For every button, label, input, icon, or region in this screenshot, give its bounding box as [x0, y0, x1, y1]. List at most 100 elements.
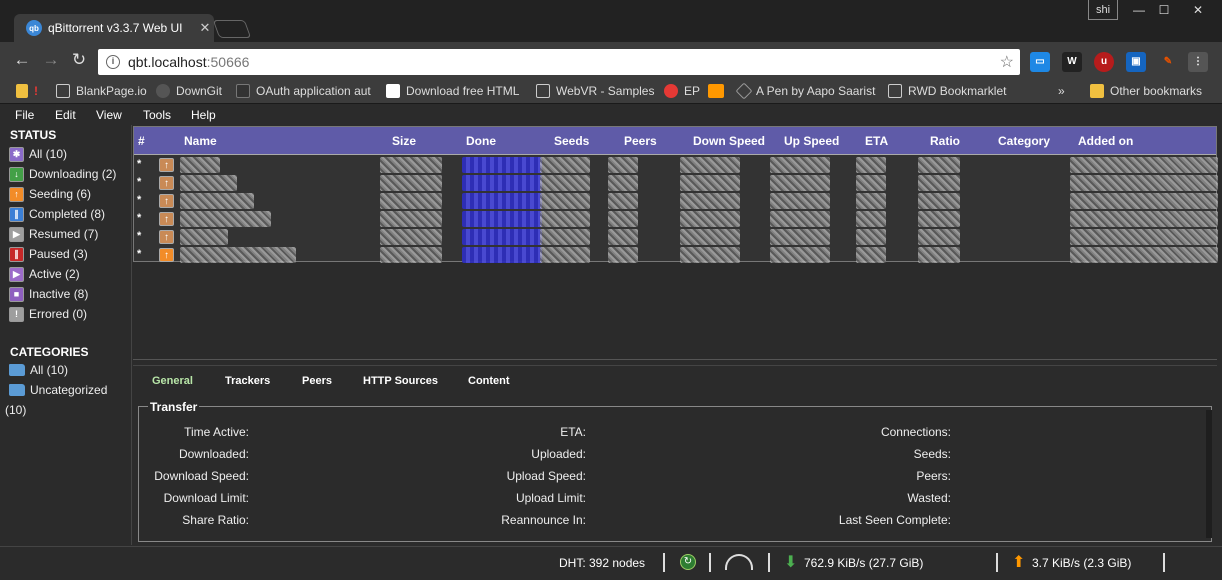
obscured-cell [180, 247, 296, 263]
bookmark-ph[interactable] [708, 82, 730, 100]
col-done[interactable]: Done [466, 134, 496, 148]
col-peers[interactable]: Peers [624, 134, 657, 148]
address-bar[interactable]: i qbt.localhost:50666 ☆ [98, 49, 1020, 75]
new-tab-button[interactable] [212, 20, 252, 38]
close-window-icon[interactable]: ✕ [1178, 0, 1218, 20]
tab-trackers[interactable]: Trackers [225, 375, 270, 387]
row-priority: * [137, 230, 142, 242]
table-row[interactable]: * ↑ [134, 192, 1218, 210]
connection-status-icon[interactable]: ↻ [680, 554, 696, 570]
col-down-speed[interactable]: Down Speed [693, 134, 765, 148]
category-uncategorized[interactable]: Uncategorized [9, 381, 107, 399]
menu-tools[interactable]: Tools [143, 108, 171, 122]
cast-extension-icon[interactable]: ▭ [1030, 52, 1050, 72]
bookmark-pen[interactable]: A Pen by Aapo Saarist [735, 82, 875, 100]
maximize-icon[interactable]: ☐ [1152, 0, 1176, 20]
menu-file[interactable]: File [15, 108, 34, 122]
bookmark-webvr[interactable]: WebVR - Samples [536, 82, 654, 100]
obscured-cell [918, 211, 960, 227]
page-icon [536, 84, 550, 98]
table-row[interactable]: * ↑ [134, 246, 1218, 264]
menu-bar [0, 105, 1222, 125]
obscured-cell [1070, 157, 1218, 173]
tab-general[interactable]: General [152, 375, 193, 387]
info-icon[interactable]: i [106, 55, 120, 69]
close-tab-icon[interactable]: ✕ [196, 20, 214, 36]
label-upload-speed: Upload Speed: [506, 469, 586, 483]
bookmark-folder-icon[interactable]: ! [16, 82, 38, 100]
reload-icon[interactable]: ↻ [69, 50, 89, 70]
seeding-state-icon: ↑ [159, 230, 174, 244]
seeding-state-icon: ↑ [159, 158, 174, 172]
browser-tab[interactable]: qb qBittorrent v3.3.7 Web UI ✕ [14, 14, 214, 42]
seeding-state-icon: ↑ [159, 194, 174, 208]
table-header: # Name Size Done Seeds Peers Down Speed … [134, 127, 1216, 155]
bookmark-blankpage[interactable]: BlankPage.io [56, 82, 147, 100]
tab-peers[interactable]: Peers [302, 375, 332, 387]
tl-icon [386, 84, 400, 98]
active-icon: ▶ [9, 266, 24, 282]
obscured-cell [380, 193, 442, 209]
details-scrollbar[interactable] [1206, 410, 1212, 538]
ublock-extension-icon[interactable]: u [1094, 52, 1114, 72]
profile-button[interactable]: shi [1088, 0, 1118, 20]
qbittorrent-favicon-icon: qb [26, 20, 42, 36]
bookmark-rwd[interactable]: RWD Bookmarklet [888, 82, 1006, 100]
table-row[interactable]: * ↑ [134, 156, 1218, 174]
status-filter-all[interactable]: ✱ All (10) [9, 145, 67, 163]
col-priority[interactable]: # [138, 134, 145, 148]
status-filter-inactive[interactable]: ■ Inactive (8) [9, 285, 88, 303]
table-row[interactable]: * ↑ [134, 210, 1218, 228]
col-ratio[interactable]: Ratio [930, 134, 960, 148]
back-arrow-icon[interactable]: ← [12, 50, 32, 70]
window-extension-icon[interactable]: ▣ [1126, 52, 1146, 72]
bookmark-star-icon[interactable]: ☆ [1000, 52, 1014, 72]
status-filter-resumed[interactable]: ▶ Resumed (7) [9, 225, 98, 243]
col-up-speed[interactable]: Up Speed [784, 134, 839, 148]
bookmarks-overflow-icon[interactable]: » [1058, 82, 1065, 100]
menu-edit[interactable]: Edit [55, 108, 76, 122]
other-bookmarks[interactable]: Other bookmarks [1090, 82, 1202, 100]
table-row[interactable]: * ↑ [134, 174, 1218, 192]
col-seeds[interactable]: Seeds [554, 134, 589, 148]
all-icon: ✱ [9, 146, 24, 162]
errored-icon: ! [9, 306, 24, 322]
col-added-on[interactable]: Added on [1078, 134, 1133, 148]
col-eta[interactable]: ETA [865, 134, 888, 148]
forward-arrow-icon[interactable]: → [41, 50, 61, 70]
minimize-icon[interactable]: — [1126, 0, 1152, 20]
w-extension-icon[interactable]: W [1062, 52, 1082, 72]
completed-icon: ∥ [9, 206, 24, 222]
row-priority: * [137, 248, 142, 260]
tab-http-sources[interactable]: HTTP Sources [363, 375, 438, 387]
bookmark-download-html[interactable]: Download free HTML [386, 82, 519, 100]
obscured-cell [608, 247, 638, 263]
obscured-cell [380, 229, 442, 245]
status-filter-errored[interactable]: ! Errored (0) [9, 305, 87, 323]
transfer-fieldset [138, 406, 1212, 542]
menu-view[interactable]: View [96, 108, 122, 122]
obscured-cell [540, 193, 590, 209]
label-peers: Peers: [916, 469, 951, 483]
col-name[interactable]: Name [184, 134, 217, 148]
status-filter-paused[interactable]: ∥ Paused (3) [9, 245, 88, 263]
status-filter-downloading[interactable]: ↓ Downloading (2) [9, 165, 116, 183]
label-time-active: Time Active: [184, 425, 249, 439]
status-filter-active[interactable]: ▶ Active (2) [9, 265, 80, 283]
pen-extension-icon[interactable]: ✎ [1158, 52, 1178, 72]
bookmark-ep[interactable]: EP [664, 82, 700, 100]
bookmark-downgit[interactable]: DownGit [156, 82, 222, 100]
col-category[interactable]: Category [998, 134, 1050, 148]
category-all[interactable]: All (10) [9, 361, 68, 379]
label-uploaded: Uploaded: [531, 447, 586, 461]
menu-help[interactable]: Help [191, 108, 216, 122]
chrome-menu-icon[interactable]: ⋮ [1188, 52, 1208, 72]
status-filter-seeding[interactable]: ↑ Seeding (6) [9, 185, 91, 203]
browser-window: qb qBittorrent v3.3.7 Web UI ✕ shi — ☐ ✕… [0, 0, 1222, 580]
bookmark-oauth[interactable]: OAuth application aut [236, 82, 371, 100]
status-filter-completed[interactable]: ∥ Completed (8) [9, 205, 105, 223]
col-size[interactable]: Size [392, 134, 416, 148]
tab-content[interactable]: Content [468, 375, 510, 387]
table-row[interactable]: * ↑ [134, 228, 1218, 246]
obscured-cell [770, 157, 830, 173]
